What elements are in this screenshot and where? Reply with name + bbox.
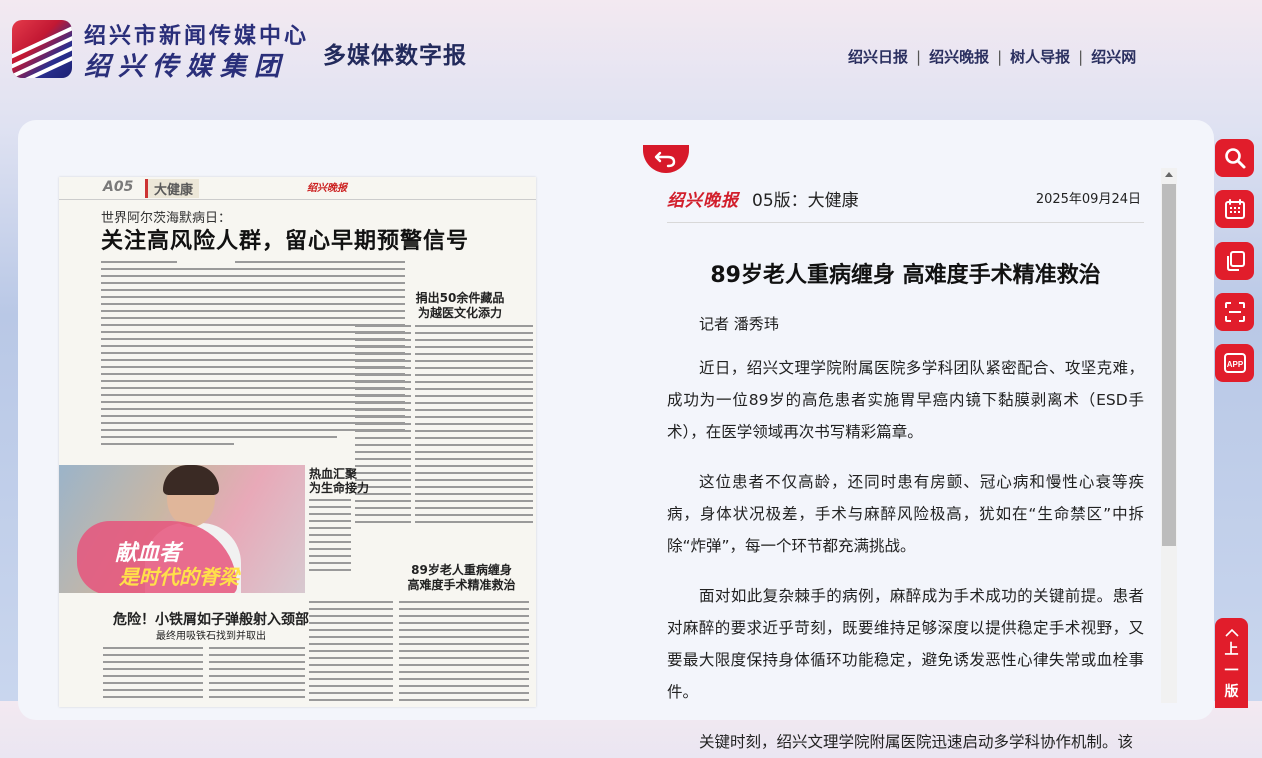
text-column [355, 325, 411, 528]
site-header: 绍兴市新闻传媒中心 绍兴传媒集团 多媒体数字报 绍兴日报 | 绍兴晚报 | 树人… [0, 0, 1262, 100]
nav-shaoxing-daily[interactable]: 绍兴日报 [848, 46, 908, 67]
prev-page-label: 上一版 [1224, 642, 1239, 700]
page-header: A05 大健康 绍兴晚报 [59, 177, 536, 200]
app-icon: APP [1223, 353, 1246, 373]
nav-shaoxing-evening[interactable]: 绍兴晚报 [929, 46, 989, 67]
edition-label: 05版：大健康 [752, 191, 859, 211]
article-byline: 记者 潘秀玮 [699, 315, 779, 333]
article-header: 绍兴晚报 05版：大健康 2025年09月24日 [667, 180, 1144, 223]
text-column [209, 647, 305, 703]
text-column [415, 325, 533, 528]
article-title: 89岁老人重病缠身 高难度手术精准救治 [710, 263, 1101, 288]
story3-headline[interactable]: 危险！小铁屑如子弹般射入颈部 [113, 609, 309, 629]
scan-button[interactable] [1215, 293, 1254, 331]
nav-separator: | [997, 47, 1003, 66]
scroll-up-arrow-icon[interactable] [1165, 172, 1173, 177]
prev-page-button[interactable]: 上一版 [1215, 618, 1248, 708]
search-button[interactable] [1215, 139, 1254, 177]
story3-subhead: 最终用吸铁石找到并取出 [156, 631, 266, 642]
top-nav: 绍兴日报 | 绍兴晚报 | 树人导报 | 绍兴网 [848, 46, 1136, 67]
calendar-icon [1224, 199, 1245, 219]
page-brand: 绍兴晚报 [307, 183, 347, 194]
scrollbar-thumb[interactable] [1162, 184, 1176, 546]
chevron-up-icon [1224, 628, 1239, 637]
nav-separator: | [1078, 47, 1084, 66]
story2-headline[interactable]: 89岁老人重病缠身 高难度手术精准救治 [399, 563, 524, 593]
group-name: 绍兴传媒集团 [84, 52, 289, 82]
page-category: 大健康 [145, 179, 200, 198]
text-column [399, 601, 529, 706]
nav-separator: | [916, 47, 922, 66]
nav-shaoxing-web[interactable]: 绍兴网 [1091, 46, 1136, 67]
page-photo[interactable]: 献血者 是时代的脊梁 [59, 465, 305, 593]
text-column [103, 647, 203, 703]
paper-logo: 绍兴晚报 [667, 191, 739, 211]
text-column [309, 499, 351, 576]
text-column [309, 601, 393, 706]
article-paragraph: 近日，绍兴文理学院附属医院多学科团队紧密配合、攻坚克难，成功为一位89岁的高危患… [667, 359, 1144, 441]
photo-slogan-2: 是时代的脊梁 [119, 565, 239, 589]
article-paragraph: 关键时刻，绍兴文理学院附属医院迅速启动多学科协作机制。该 [699, 733, 1134, 751]
app-button[interactable]: APP [1215, 344, 1254, 382]
article: 绍兴晚报 05版：大健康 2025年09月24日 89岁老人重病缠身 高难度手术… [667, 180, 1144, 758]
issue-date: 2025年09月24日 [1035, 192, 1141, 207]
app-label: APP [1226, 360, 1243, 369]
back-arrow-icon [654, 151, 676, 168]
search-icon [1224, 148, 1245, 169]
copy-icon [1226, 251, 1245, 271]
logo-icon[interactable] [12, 20, 72, 78]
article-paragraph: 面对如此复杂棘手的病例，麻醉成为手术成功的关键前提。患者对麻醉的要求近乎苛刻，既… [667, 587, 1144, 701]
photo-headline[interactable]: 热血汇聚 为生命接力 [309, 467, 369, 495]
copy-button[interactable] [1215, 242, 1254, 280]
calendar-button[interactable] [1215, 190, 1254, 228]
scan-icon [1224, 302, 1245, 322]
side-headline[interactable]: 捐出50余件藏品 为越医文化添力 [405, 291, 515, 321]
site-title: 多媒体数字报 [323, 43, 467, 69]
page-headline[interactable]: 关注高风险人群，留心早期预警信号 [101, 223, 469, 255]
page-section-code: A05 [103, 179, 134, 195]
newspaper-page-preview[interactable]: A05 大健康 绍兴晚报 世界阿尔茨海默病日： 关注高风险人群，留心早期预警信号… [59, 177, 536, 707]
article-scrollbar[interactable] [1161, 168, 1177, 703]
nav-shuren-guide[interactable]: 树人导报 [1010, 46, 1070, 67]
article-paragraph: 这位患者不仅高龄，还同时患有房颤、冠心病和慢性心衰等疾病，身体状况极差，手术与麻… [667, 473, 1144, 555]
